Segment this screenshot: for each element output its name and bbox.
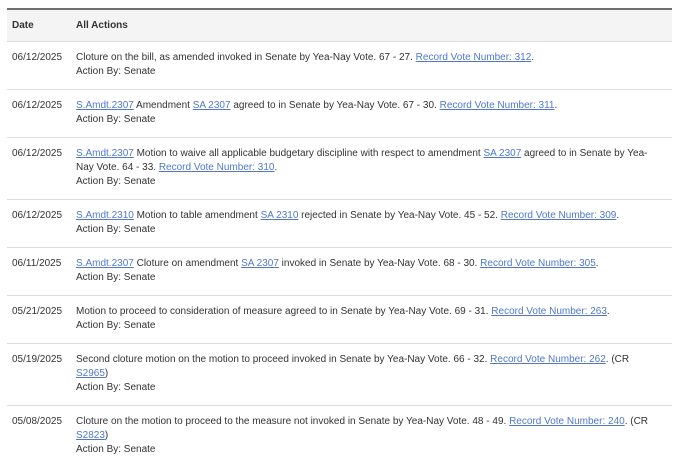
- record-vote-link[interactable]: Record Vote Number: 240: [509, 416, 625, 427]
- table-row: 05/19/2025 Second cloture motion on the …: [7, 344, 672, 406]
- action-date: 05/19/2025: [12, 354, 63, 365]
- action-by: Action By: Senate: [76, 272, 156, 283]
- congressional-record-link[interactable]: S2823: [76, 430, 105, 441]
- table-row: 06/12/2025 S.Amdt.2307 Amendment SA 2307…: [7, 90, 672, 138]
- action-cell: Motion to proceed to consideration of me…: [76, 305, 672, 333]
- action-text: S.Amdt.2307 Amendment SA 2307 agreed to …: [76, 100, 558, 111]
- action-text: S.Amdt.2307 Cloture on amendment SA 2307…: [76, 258, 599, 269]
- record-vote-link[interactable]: Record Vote Number: 310: [159, 162, 275, 173]
- table-row: 06/12/2025 S.Amdt.2310 Motion to table a…: [7, 200, 672, 248]
- action-date: 06/11/2025: [12, 258, 62, 269]
- action-by: Action By: Senate: [76, 444, 156, 455]
- action-text: Motion to proceed to consideration of me…: [76, 306, 610, 317]
- action-date: 05/08/2025: [12, 416, 63, 427]
- record-vote-link[interactable]: Record Vote Number: 311: [440, 100, 555, 111]
- table-row: 06/11/2025 S.Amdt.2307 Cloture on amendm…: [7, 248, 672, 296]
- action-text: S.Amdt.2307 Motion to waive all applicab…: [76, 148, 648, 173]
- amendment-link[interactable]: S.Amdt.2310: [76, 210, 134, 221]
- table-body: 06/12/2025 Cloture on the bill, as amend…: [7, 42, 672, 467]
- amendment-link[interactable]: S.Amdt.2307: [76, 258, 134, 269]
- action-text: Second cloture motion on the motion to p…: [76, 354, 630, 379]
- table-row: 06/12/2025 S.Amdt.2307 Motion to waive a…: [7, 138, 672, 200]
- amendment-link[interactable]: SA 2307: [241, 258, 279, 269]
- action-date: 06/12/2025: [12, 52, 63, 63]
- action-cell: Second cloture motion on the motion to p…: [76, 353, 672, 395]
- amendment-link[interactable]: S.Amdt.2307: [76, 148, 134, 159]
- action-text: S.Amdt.2310 Motion to table amendment SA…: [76, 210, 620, 221]
- amendment-link[interactable]: SA 2310: [261, 210, 299, 221]
- table-row: 05/08/2025 Cloture on the motion to proc…: [7, 406, 672, 467]
- amendment-link[interactable]: SA 2307: [193, 100, 231, 111]
- action-date: 06/12/2025: [12, 210, 63, 221]
- action-cell: S.Amdt.2310 Motion to table amendment SA…: [76, 209, 672, 237]
- action-by: Action By: Senate: [76, 114, 156, 125]
- action-by: Action By: Senate: [76, 382, 156, 393]
- record-vote-link[interactable]: Record Vote Number: 305: [480, 258, 596, 269]
- action-date: 06/12/2025: [12, 100, 63, 111]
- column-header-all-actions: All Actions: [76, 20, 128, 31]
- action-cell: Cloture on the motion to proceed to the …: [76, 415, 672, 457]
- action-text: Cloture on the motion to proceed to the …: [76, 416, 649, 441]
- record-vote-link[interactable]: Record Vote Number: 263: [491, 306, 607, 317]
- table-header-row: Date All Actions: [7, 10, 672, 42]
- record-vote-link[interactable]: Record Vote Number: 262: [490, 354, 606, 365]
- action-text: Cloture on the bill, as amended invoked …: [76, 52, 535, 63]
- congressional-record-link[interactable]: S2965: [76, 368, 105, 379]
- action-cell: S.Amdt.2307 Amendment SA 2307 agreed to …: [76, 99, 672, 127]
- action-cell: S.Amdt.2307 Motion to waive all applicab…: [76, 147, 672, 189]
- action-by: Action By: Senate: [76, 320, 156, 331]
- action-by: Action By: Senate: [76, 66, 156, 77]
- record-vote-link[interactable]: Record Vote Number: 309: [501, 210, 617, 221]
- action-date: 06/12/2025: [12, 148, 63, 159]
- amendment-link[interactable]: S.Amdt.2307: [76, 100, 134, 111]
- action-cell: Cloture on the bill, as amended invoked …: [76, 51, 672, 79]
- table-row: 06/12/2025 Cloture on the bill, as amend…: [7, 42, 672, 90]
- amendment-link[interactable]: SA 2307: [483, 148, 521, 159]
- action-cell: S.Amdt.2307 Cloture on amendment SA 2307…: [76, 257, 672, 285]
- record-vote-link[interactable]: Record Vote Number: 312: [416, 52, 532, 63]
- action-date: 05/21/2025: [12, 306, 63, 317]
- all-actions-table: Date All Actions 06/12/2025 Cloture on t…: [7, 8, 672, 467]
- column-header-date: Date: [12, 20, 34, 31]
- action-by: Action By: Senate: [76, 224, 156, 235]
- action-by: Action By: Senate: [76, 176, 156, 187]
- table-row: 05/21/2025 Motion to proceed to consider…: [7, 296, 672, 344]
